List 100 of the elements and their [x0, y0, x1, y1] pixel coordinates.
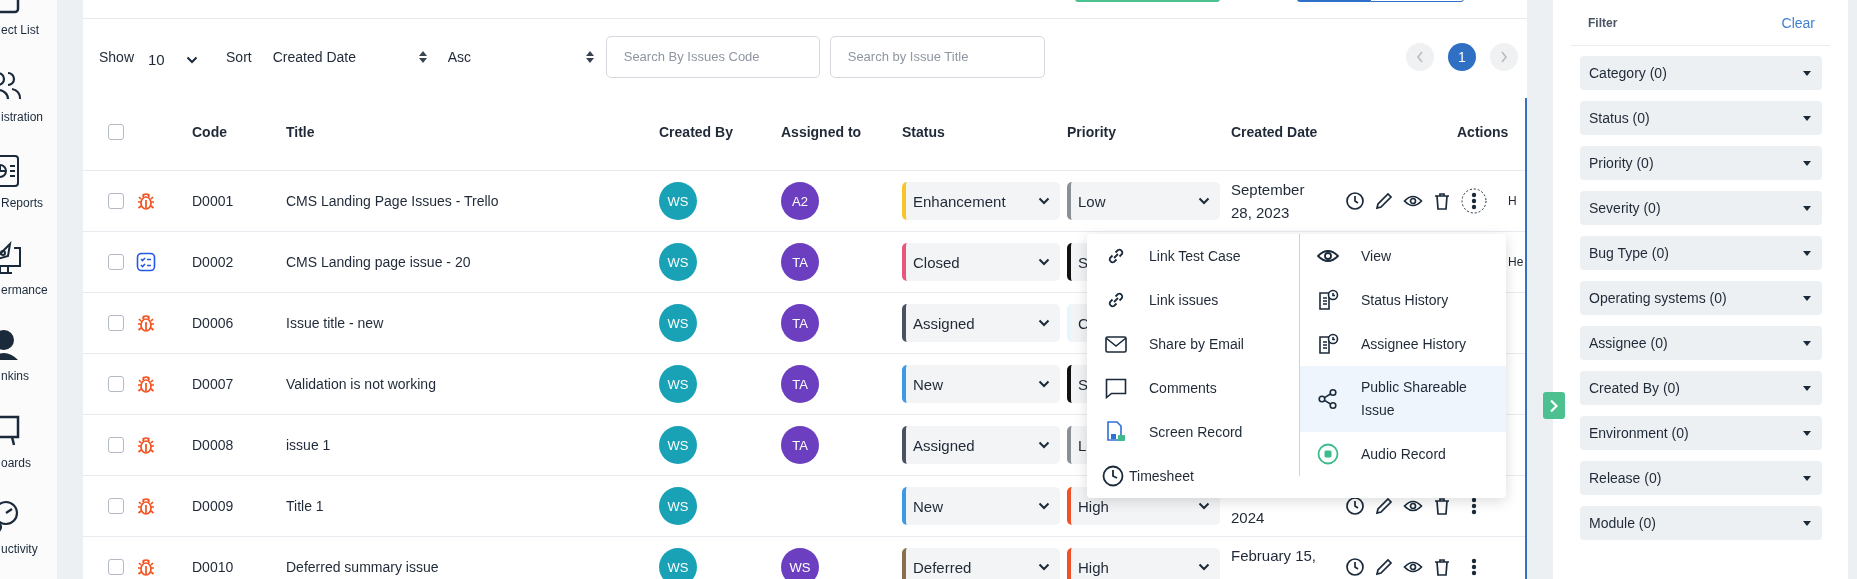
status-select[interactable]: New — [902, 365, 1060, 403]
issue-code: D0009 — [192, 498, 235, 514]
row-checkbox[interactable] — [108, 559, 124, 575]
sidebar-item[interactable]: nkins — [0, 326, 57, 413]
issue-title: Validation is not working — [286, 376, 437, 392]
page-button[interactable]: 1 — [1448, 42, 1476, 71]
caret-down-icon — [1803, 295, 1811, 301]
caret-down-icon — [1803, 160, 1811, 166]
sort-field-select[interactable]: Created Date — [272, 48, 428, 65]
menu-item[interactable]: Screen Record — [1087, 410, 1299, 454]
status-select[interactable]: Deferred — [902, 548, 1060, 579]
comment-icon — [1105, 377, 1127, 399]
chevron-down-icon — [1198, 502, 1210, 510]
issue-code: D0006 — [192, 315, 235, 331]
history-icon[interactable] — [1345, 557, 1365, 577]
row-checkbox[interactable] — [108, 193, 124, 209]
bug-icon — [136, 313, 156, 333]
filter-dropdown[interactable]: Module (0) — [1580, 506, 1822, 540]
priority-select[interactable]: High — [1067, 548, 1220, 579]
filter-dropdown[interactable]: Assignee (0) — [1580, 326, 1822, 360]
issue-title: issue 1 — [286, 437, 332, 453]
scrollbar[interactable] — [1525, 98, 1527, 579]
chevron-down-icon — [1038, 502, 1050, 510]
avatar: A2 — [781, 182, 819, 220]
menu-item[interactable]: Status History — [1299, 278, 1506, 322]
page-size-select[interactable]: 10 — [148, 45, 199, 68]
menu-item[interactable]: Public Shareable Issue — [1299, 366, 1506, 432]
sidebar-item[interactable]: Reports — [0, 153, 57, 240]
sidebar-item[interactable]: istration — [0, 66, 57, 153]
status-select[interactable]: Enhancement — [902, 182, 1060, 220]
row-checkbox[interactable] — [108, 254, 124, 270]
avatar: TA — [781, 304, 819, 342]
edit-icon[interactable] — [1374, 191, 1394, 211]
caret-down-icon — [1803, 250, 1811, 256]
table-cell: H — [1508, 194, 1517, 208]
filter-dropdown[interactable]: Status (0) — [1580, 101, 1822, 135]
sidebar-item[interactable]: ect List — [0, 0, 57, 67]
more-icon[interactable] — [1461, 188, 1487, 214]
sidebar-item[interactable]: uctivity — [0, 499, 57, 579]
filter-dropdown[interactable]: Priority (0) — [1580, 146, 1822, 180]
caret-down-icon — [1803, 205, 1811, 211]
edit-icon[interactable] — [1374, 496, 1394, 516]
menu-item[interactable]: Comments — [1087, 366, 1299, 410]
edit-icon[interactable] — [1374, 557, 1394, 577]
status-select[interactable]: Closed — [902, 243, 1060, 281]
search-field[interactable]: Search By Issues Code — [605, 35, 820, 78]
delete-icon[interactable] — [1432, 496, 1452, 516]
row-checkbox[interactable] — [108, 376, 124, 392]
sort-arrows-icon — [584, 49, 595, 64]
menu-item[interactable]: Link Test Case — [1087, 234, 1299, 278]
status-select[interactable]: Assigned — [902, 304, 1060, 342]
column-header: Title — [286, 124, 316, 140]
filter-dropdown[interactable]: Bug Type (0) — [1580, 236, 1822, 270]
issue-title: CMS Landing Page Issues - Trello — [286, 193, 500, 209]
sidebar-item[interactable]: oards — [0, 412, 57, 499]
delete-icon[interactable] — [1432, 557, 1452, 577]
avatar: WS — [659, 548, 697, 579]
status-select[interactable]: Assigned — [902, 426, 1060, 464]
document-clock-icon — [1317, 333, 1339, 355]
delete-icon[interactable] — [1432, 191, 1452, 211]
column-header: Status — [902, 124, 946, 140]
status-select[interactable]: New — [902, 487, 1060, 525]
caret-down-icon — [1803, 340, 1811, 346]
created-date: September — [1231, 180, 1306, 200]
checklist-icon — [136, 252, 156, 272]
filter-dropdown[interactable]: Release (0) — [1580, 461, 1822, 495]
filter-dropdown[interactable]: Severity (0) — [1580, 191, 1822, 225]
select-all-checkbox[interactable] — [108, 124, 124, 140]
caret-down-icon — [1803, 430, 1811, 436]
priority-select[interactable]: Low — [1067, 182, 1220, 220]
row-checkbox[interactable] — [108, 437, 124, 453]
created-date: 28, 2023 — [1231, 203, 1291, 223]
issue-title: CMS Landing page issue - 20 — [286, 254, 472, 270]
filter-dropdown[interactable]: Operating systems (0) — [1580, 281, 1822, 315]
filter-dropdown[interactable]: Environment (0) — [1580, 416, 1822, 450]
chevron-down-icon — [1198, 197, 1210, 205]
clear-link[interactable]: Clear — [1781, 14, 1815, 31]
record-icon — [1317, 443, 1339, 465]
filter-dropdown[interactable]: Created By (0) — [1580, 371, 1822, 405]
menu-item[interactable]: Audio Record — [1299, 432, 1506, 476]
history-icon[interactable] — [1345, 496, 1365, 516]
avatar: TA — [781, 365, 819, 403]
sidebar-item[interactable]: ermance — [0, 239, 57, 326]
menu-item[interactable]: View — [1299, 234, 1506, 278]
created-date: February 15, — [1231, 546, 1318, 566]
filter-dropdown[interactable]: Category (0) — [1580, 56, 1822, 90]
issue-title: Issue title - new — [286, 315, 385, 331]
sort-order-select[interactable]: Asc — [447, 48, 595, 65]
history-icon[interactable] — [1345, 191, 1365, 211]
column-header: Created Date — [1231, 124, 1319, 140]
menu-item[interactable]: Link issues — [1087, 278, 1299, 322]
search-field[interactable]: Search by Issue Title — [829, 35, 1045, 78]
issue-code: D0001 — [192, 193, 235, 209]
row-checkbox[interactable] — [108, 315, 124, 331]
avatar: WS — [659, 304, 697, 342]
menu-item[interactable]: Share by Email — [1087, 322, 1299, 366]
column-header: Created By — [659, 124, 734, 140]
bug-icon — [136, 435, 156, 455]
avatar: WS — [659, 426, 697, 464]
row-checkbox[interactable] — [108, 498, 124, 514]
